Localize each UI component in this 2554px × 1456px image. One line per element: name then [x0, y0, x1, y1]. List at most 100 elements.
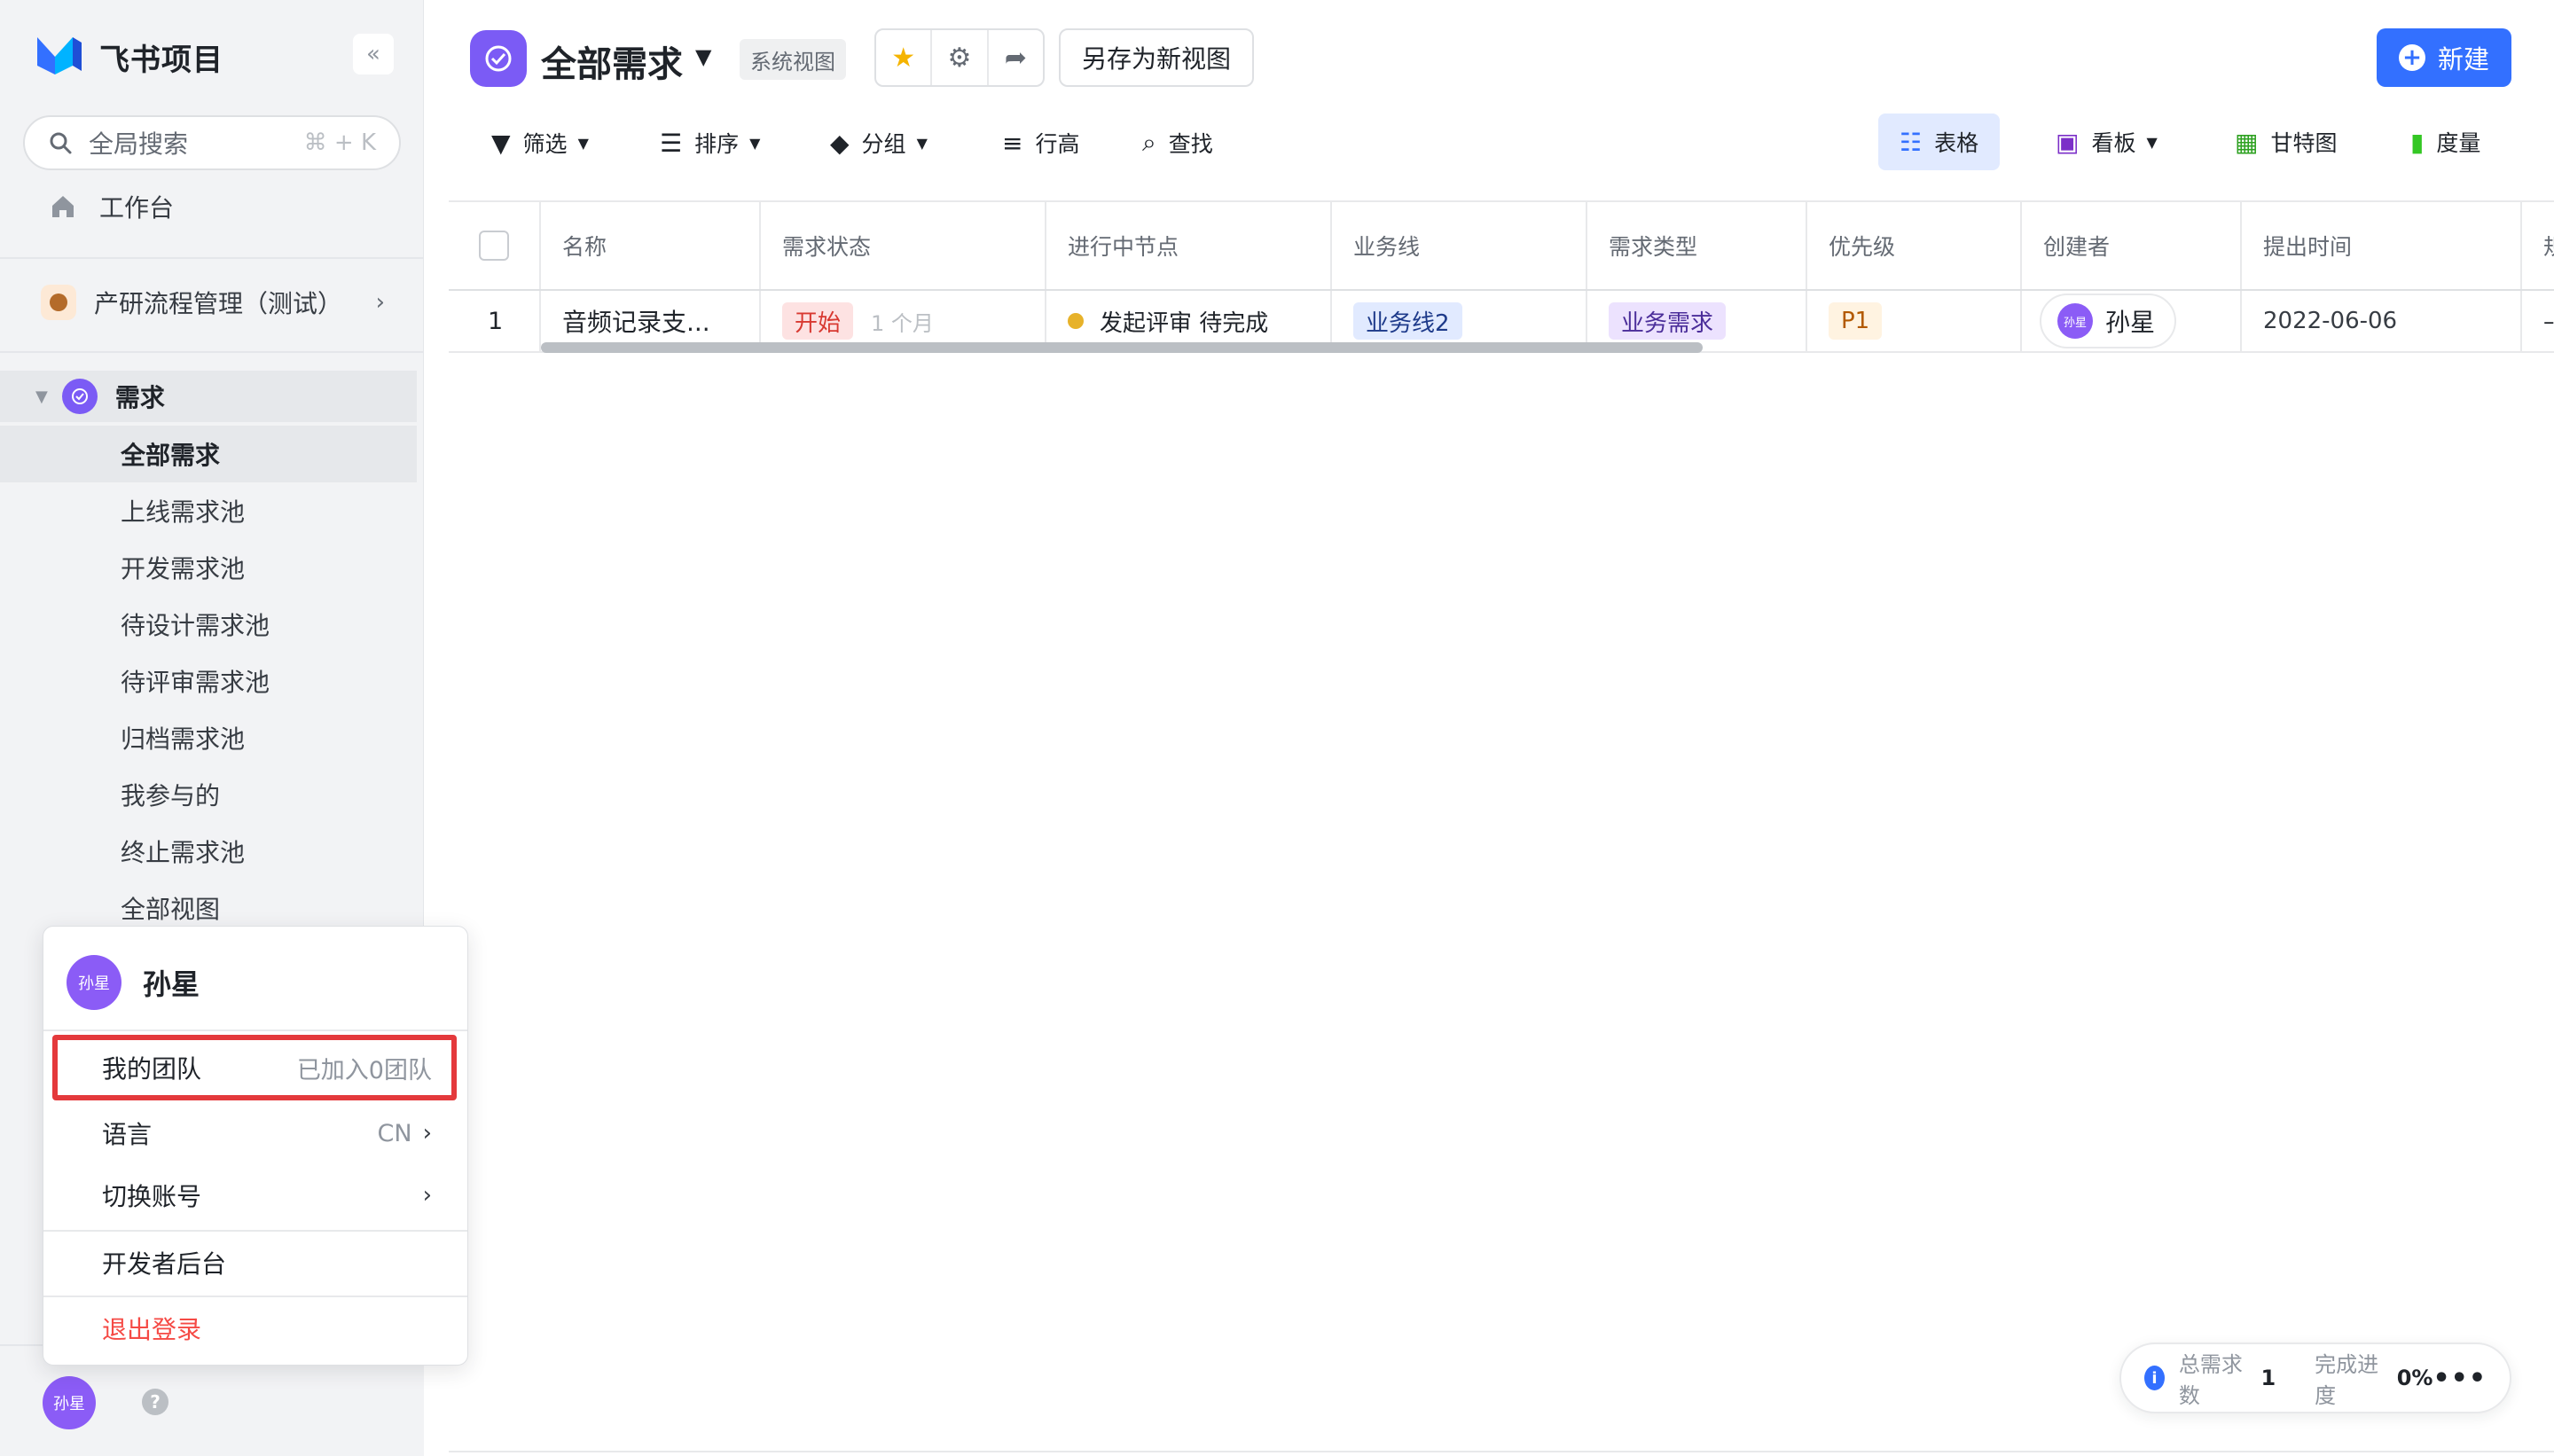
more-icon[interactable]: •••: [2433, 1363, 2487, 1394]
column-header-extra[interactable]: 规: [2522, 202, 2554, 289]
popup-user-row: 孙星 孙星: [67, 955, 200, 1010]
star-button[interactable]: ★: [876, 30, 930, 85]
priority-badge: P1: [1829, 302, 1883, 340]
home-icon: [52, 196, 74, 217]
divider: [43, 1230, 467, 1232]
node-status-dot: [1068, 313, 1084, 329]
space-name: 产研流程管理（测试）: [94, 289, 343, 318]
row-height-label: 行高: [1035, 131, 1080, 157]
column-header-type[interactable]: 需求类型: [1587, 202, 1807, 289]
share-button[interactable]: ➦: [986, 30, 1043, 85]
find-icon: ⌕: [1142, 128, 1156, 157]
sidebar-item-participated[interactable]: 我参与的: [0, 766, 417, 823]
status-badge: 开始: [782, 302, 854, 340]
total-label: 总需求数: [2178, 1352, 2243, 1408]
menu-item-logout[interactable]: 退出登录: [43, 1299, 467, 1358]
creator-pill[interactable]: 孙星 孙星: [2040, 294, 2177, 348]
tab-table[interactable]: ☷ 表格: [1878, 114, 2001, 170]
row-creator[interactable]: 孙星 孙星: [2022, 291, 2242, 351]
row-height-icon: ≡: [1002, 128, 1023, 158]
row-priority[interactable]: P1: [1807, 291, 2022, 351]
tab-board-label: 看板: [2091, 130, 2136, 156]
caret-down-icon[interactable]: ▼: [695, 44, 711, 69]
menu-item-switch-account[interactable]: 切换账号 ›: [43, 1166, 467, 1225]
language-value: CN: [377, 1119, 412, 1147]
caret-down-icon: ▼: [577, 134, 589, 152]
caret-down-icon: ▼: [749, 134, 761, 152]
switch-account-label: 切换账号: [102, 1182, 202, 1211]
tab-board[interactable]: ▣ 看板 ▼: [2034, 114, 2179, 170]
gear-icon: ⚙: [947, 42, 972, 74]
popup-user-name: 孙星: [143, 967, 200, 1001]
filter-button[interactable]: ▼ 筛选 ▼: [491, 124, 589, 161]
total-count: 1: [2260, 1366, 2276, 1390]
sidebar-item-release-pool[interactable]: 上线需求池: [0, 482, 417, 539]
sort-button[interactable]: ☰ 排序 ▼: [660, 124, 760, 161]
row-extra[interactable]: –: [2522, 291, 2554, 351]
sort-label: 排序: [694, 131, 740, 157]
sidebar-item-terminated-pool[interactable]: 终止需求池: [0, 823, 417, 880]
horizontal-scrollbar[interactable]: [541, 342, 1703, 353]
sidebar-item-archive-pool[interactable]: 归档需求池: [0, 709, 417, 766]
chevron-right-icon: ›: [375, 289, 385, 316]
sidebar-item-dev-pool[interactable]: 开发需求池: [0, 539, 417, 596]
find-button[interactable]: ⌕ 查找: [1142, 124, 1213, 161]
developer-label: 开发者后台: [102, 1249, 227, 1279]
highlight-box: [52, 1035, 457, 1100]
workbench-label: 工作台: [99, 193, 175, 223]
menu-item-developer-console[interactable]: 开发者后台: [43, 1233, 467, 1292]
space-icon: [41, 285, 76, 320]
filter-icon: ▼: [491, 128, 511, 158]
group-button[interactable]: ◆ 分组 ▼: [830, 124, 928, 161]
tab-metrics-label: 度量: [2436, 130, 2481, 156]
row-date[interactable]: 2022-06-06: [2242, 291, 2522, 351]
select-all-cell: [449, 202, 541, 289]
global-search[interactable]: 全局搜索 ⌘ + K: [23, 115, 401, 170]
space-selector[interactable]: 产研流程管理（测试） ›: [0, 280, 424, 325]
user-avatar[interactable]: 孙星: [43, 1376, 96, 1429]
popup-avatar: 孙星: [67, 955, 121, 1010]
sidebar-item-review-pool[interactable]: 待评审需求池: [0, 653, 417, 709]
column-header-business-line[interactable]: 业务线: [1332, 202, 1587, 289]
row-index: 1: [449, 291, 541, 351]
calendar-icon: ▦: [2235, 127, 2259, 157]
search-label: 全局搜索: [89, 129, 189, 159]
tag-icon: ◆: [830, 128, 850, 158]
menu-item-language[interactable]: 语言 CN ›: [43, 1104, 467, 1162]
requirement-icon: [61, 379, 98, 414]
tab-gantt[interactable]: ▦ 甘特图: [2213, 114, 2358, 170]
save-as-new-view-button[interactable]: 另存为新视图: [1059, 28, 1254, 87]
tab-metrics[interactable]: ▮ 度量: [2389, 114, 2502, 170]
column-header-node[interactable]: 进行中节点: [1046, 202, 1332, 289]
sidebar-item-workbench[interactable]: 工作台: [0, 184, 424, 229]
sidebar-section-requirements[interactable]: ▼ 需求: [0, 371, 417, 422]
select-all-checkbox[interactable]: [479, 231, 509, 261]
help-icon[interactable]: ?: [142, 1389, 168, 1415]
app-logo-icon[interactable]: [34, 30, 83, 80]
requirement-view-icon: [470, 30, 527, 87]
page-title[interactable]: 全部需求: [541, 35, 683, 87]
sort-icon: ☰: [660, 128, 683, 158]
column-header-status[interactable]: 需求状态: [761, 202, 1046, 289]
sidebar-item-all-requirements[interactable]: 全部需求: [0, 426, 417, 482]
column-header-date[interactable]: 提出时间: [2242, 202, 2522, 289]
creator-name: 孙星: [2105, 308, 2156, 337]
column-header-name[interactable]: 名称: [541, 202, 761, 289]
collapse-sidebar-button[interactable]: «: [353, 34, 394, 74]
language-label: 语言: [102, 1120, 153, 1149]
chevron-right-icon: ›: [422, 1182, 432, 1209]
business-line-badge: 业务线2: [1353, 302, 1462, 340]
column-header-creator[interactable]: 创建者: [2022, 202, 2242, 289]
row-height-button[interactable]: ≡ 行高: [1002, 124, 1079, 161]
new-button[interactable]: + 新建: [2377, 28, 2511, 87]
status-age: 1 个月: [871, 310, 934, 336]
table-header: 名称 需求状态 进行中节点 业务线 需求类型 优先级 创建者 提出时间 规: [449, 202, 2554, 291]
section-label: 需求: [114, 383, 165, 412]
tab-table-label: 表格: [1934, 130, 1979, 156]
column-header-priority[interactable]: 优先级: [1807, 202, 2022, 289]
settings-button[interactable]: ⚙: [930, 30, 986, 85]
system-view-badge: 系统视图: [740, 39, 846, 80]
caret-down-icon: ▼: [35, 387, 48, 406]
double-chevron-left-icon: «: [366, 41, 380, 67]
sidebar-item-design-pool[interactable]: 待设计需求池: [0, 596, 417, 653]
